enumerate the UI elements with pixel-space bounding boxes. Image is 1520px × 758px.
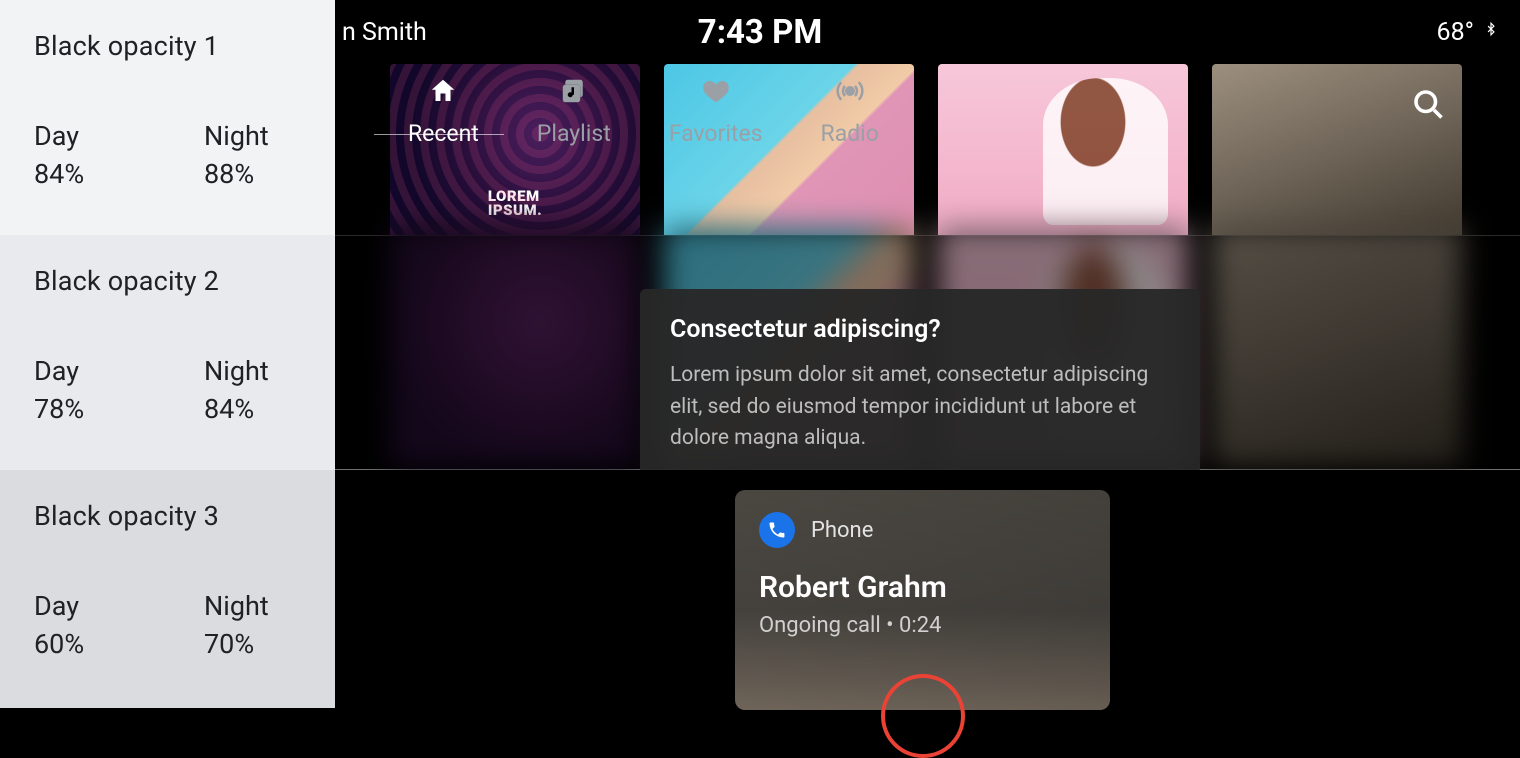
opacity-title: Black opacity 2 <box>34 265 301 297</box>
tab-favorites[interactable]: Favorites <box>669 76 763 147</box>
call-status: Ongoing call • 0:24 <box>759 613 1086 638</box>
media-tabs: Recent Playlist Favorites Radio <box>408 76 879 147</box>
opacity-night-label: Night <box>204 590 294 622</box>
opacity-day-value: 84% <box>34 158 124 190</box>
heart-icon <box>701 76 731 110</box>
opacity-title: Black opacity 3 <box>34 500 301 532</box>
opacity-day-value: 60% <box>34 628 124 660</box>
media-tile-3[interactable] <box>938 64 1188 235</box>
tab-playlist[interactable]: Playlist <box>537 76 611 147</box>
status-user: n Smith <box>342 18 427 47</box>
opacity-night-label: Night <box>204 355 294 387</box>
tab-radio[interactable]: Radio <box>821 76 879 147</box>
tab-underline <box>374 134 504 135</box>
tile-logo-line1: LOREM <box>488 187 540 205</box>
phone-app-icon <box>759 512 795 548</box>
bluetooth-icon <box>1484 18 1498 47</box>
tab-label: Radio <box>821 120 879 147</box>
opacity-day-label: Day <box>34 120 124 152</box>
tooltip-title: Consectetur adipiscing? <box>670 315 1170 344</box>
caller-name: Robert Grahm <box>759 570 1086 605</box>
opacity-night-value: 84% <box>204 393 294 425</box>
tile-logo-line2: IPSUM. <box>488 201 542 219</box>
phone-card[interactable]: Phone Robert Grahm Ongoing call • 0:24 <box>735 490 1110 710</box>
opacity-day-label: Day <box>34 355 124 387</box>
tab-label: Favorites <box>669 120 763 147</box>
phone-app-name: Phone <box>811 518 873 543</box>
opacity-day-label: Day <box>34 590 124 622</box>
tooltip-body: Lorem ipsum dolor sit amet, consectetur … <box>670 360 1170 455</box>
tile-logo: LOREM IPSUM. <box>488 189 542 218</box>
opacity-night-value: 70% <box>204 628 294 660</box>
status-temperature: 68° <box>1437 18 1474 47</box>
home-icon <box>428 76 458 110</box>
opacity-sidebar: Black opacity 1 Day 84% Night 88% Black … <box>0 0 335 708</box>
playlist-icon <box>559 76 589 110</box>
end-call-button[interactable] <box>881 674 965 758</box>
opacity-section-3: Black opacity 3 Day 60% Night 70% <box>0 470 335 708</box>
tab-recent[interactable]: Recent <box>408 76 479 147</box>
opacity-section-1: Black opacity 1 Day 84% Night 88% <box>0 0 335 235</box>
search-icon <box>1410 107 1446 126</box>
opacity-day-value: 78% <box>34 393 124 425</box>
tooltip-card: Consectetur adipiscing? Lorem ipsum dolo… <box>640 289 1200 474</box>
radio-icon <box>835 76 865 110</box>
tab-label: Playlist <box>537 120 611 147</box>
opacity-title: Black opacity 1 <box>34 30 301 62</box>
opacity-section-2: Black opacity 2 Day 78% Night 84% <box>0 235 335 470</box>
opacity-night-value: 88% <box>204 158 294 190</box>
search-button[interactable] <box>1410 86 1446 126</box>
opacity-night-label: Night <box>204 120 294 152</box>
status-clock: 7:43 PM <box>698 13 822 52</box>
